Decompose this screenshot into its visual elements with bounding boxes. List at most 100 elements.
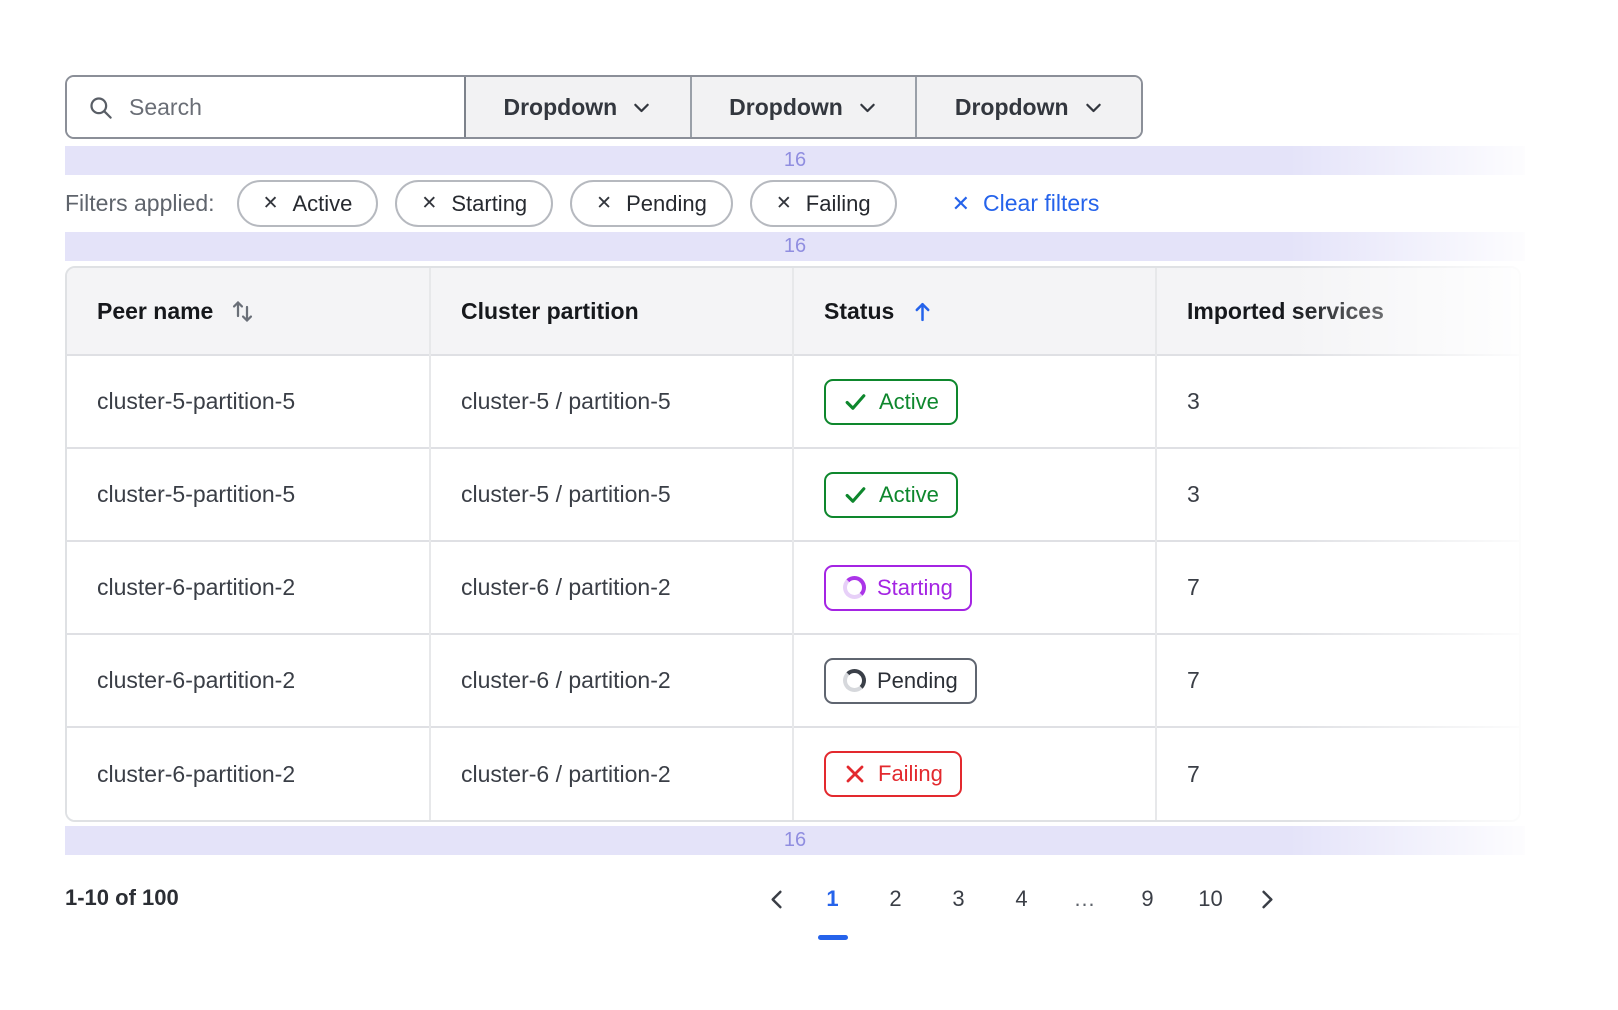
dropdown-button-1[interactable]: Dropdown (466, 77, 690, 137)
status-badge-label: Active (879, 482, 939, 508)
peers-table: Peer name Clus (65, 266, 1521, 822)
x-icon (843, 762, 867, 786)
spacing-annotation-label: 16 (784, 235, 806, 258)
page-number: 1 (826, 886, 838, 912)
imported-services-cell: 7 (1156, 634, 1519, 727)
cluster-partition-cell: cluster-6 / partition-2 (430, 634, 793, 727)
status-badge: Active (824, 472, 958, 518)
spacing-annotation-label: 16 (784, 829, 806, 852)
remove-filter-icon: ✕ (263, 194, 279, 213)
imported-services-cell: 7 (1156, 541, 1519, 634)
column-header-peer-name[interactable]: Peer name (67, 268, 430, 355)
clear-filters-link[interactable]: ✕ Clear filters (952, 190, 1100, 217)
page-button-4[interactable]: 4 (990, 877, 1053, 921)
status-badge: Failing (824, 751, 962, 797)
search-input[interactable]: Search (67, 77, 466, 137)
page-number: 3 (952, 886, 964, 912)
peer-name-cell: cluster-5-partition-5 (67, 448, 430, 541)
clear-filters-x-icon: ✕ (952, 193, 970, 215)
search-icon (87, 94, 114, 121)
page-button-9[interactable]: 9 (1116, 877, 1179, 921)
cluster-partition-cell: cluster-6 / partition-2 (430, 727, 793, 820)
status-badge-label: Failing (878, 761, 943, 787)
spacing-annotation: 16 (65, 826, 1525, 855)
status-cell: Failing (793, 727, 1156, 820)
spacing-annotation-label: 16 (784, 149, 806, 172)
page-button-1[interactable]: 1 (801, 877, 864, 921)
sort-swap-vertical-icon[interactable] (229, 298, 256, 325)
check-icon (843, 389, 868, 414)
status-cell: Active (793, 355, 1156, 448)
page-number: 10 (1198, 886, 1222, 912)
next-page-button[interactable] (1242, 877, 1290, 921)
status-cell: Active (793, 448, 1156, 541)
remove-filter-icon: ✕ (596, 194, 612, 213)
table-row: cluster-5-partition-5 cluster-5 / partit… (67, 448, 1519, 541)
dropdown-button-3[interactable]: Dropdown (915, 77, 1141, 137)
filters-applied-label: Filters applied: (65, 190, 215, 217)
search-placeholder: Search (129, 94, 202, 121)
status-badge-label: Active (879, 389, 939, 415)
results-range-label: 1-10 of 100 (65, 885, 179, 911)
ellipsis-label: … (1074, 886, 1096, 912)
scrollable-content-region: Search Dropdown Dropdown Dr (65, 75, 1618, 855)
chevron-down-icon (1083, 97, 1104, 118)
sort-ascending-icon[interactable] (910, 299, 935, 324)
dropdown-label: Dropdown (955, 94, 1069, 121)
page-button-10[interactable]: 10 (1179, 877, 1242, 921)
filter-chip-failing[interactable]: ✕ Failing (750, 180, 897, 227)
column-header-status[interactable]: Status (793, 268, 1156, 355)
filter-chip-label: Failing (806, 191, 871, 217)
remove-filter-icon: ✕ (776, 194, 792, 213)
filter-chip-label: Active (293, 191, 353, 217)
column-header-cluster-partition[interactable]: Cluster partition (430, 268, 793, 355)
pagination-bar: 1-10 of 100 1 2 3 4 … (65, 871, 1521, 951)
page: Search Dropdown Dropdown Dr (0, 0, 1618, 1010)
status-cell: Pending (793, 634, 1156, 727)
table-row: cluster-5-partition-5 cluster-5 / partit… (67, 355, 1519, 448)
filter-chip-label: Pending (626, 191, 707, 217)
column-header-label: Peer name (97, 298, 213, 325)
imported-services-cell: 7 (1156, 727, 1519, 820)
page-number: 4 (1015, 886, 1027, 912)
imported-services-cell: 3 (1156, 355, 1519, 448)
status-badge-label: Starting (877, 575, 953, 601)
peer-name-cell: cluster-5-partition-5 (67, 355, 430, 448)
cluster-partition-cell: cluster-5 / partition-5 (430, 355, 793, 448)
peer-name-cell: cluster-6-partition-2 (67, 634, 430, 727)
filter-chip-pending[interactable]: ✕ Pending (570, 180, 733, 227)
peer-name-cell: cluster-6-partition-2 (67, 541, 430, 634)
table-header-row: Peer name Clus (67, 268, 1519, 355)
pagination-nav: 1 2 3 4 … 9 10 (753, 877, 1290, 921)
filter-toolbar: Search Dropdown Dropdown Dr (65, 75, 1143, 139)
clear-filters-label: Clear filters (983, 190, 1099, 217)
chevron-down-icon (631, 97, 652, 118)
page-button-3[interactable]: 3 (927, 877, 990, 921)
page-button-2[interactable]: 2 (864, 877, 927, 921)
column-header-label: Imported services (1187, 298, 1384, 325)
pagination-ellipsis: … (1053, 877, 1116, 921)
spacing-annotation: 16 (65, 232, 1525, 261)
filter-chip-starting[interactable]: ✕ Starting (395, 180, 553, 227)
status-badge: Starting (824, 565, 972, 611)
page-number: 9 (1141, 886, 1153, 912)
previous-page-button[interactable] (753, 877, 801, 921)
current-page-indicator (818, 935, 848, 940)
dropdown-button-2[interactable]: Dropdown (690, 77, 916, 137)
dropdown-label: Dropdown (729, 94, 843, 121)
status-cell: Starting (793, 541, 1156, 634)
remove-filter-icon: ✕ (421, 194, 437, 213)
table-row: cluster-6-partition-2 cluster-6 / partit… (67, 727, 1519, 820)
spinner-icon (843, 576, 866, 599)
filter-chip-label: Starting (451, 191, 527, 217)
dropdown-label: Dropdown (503, 94, 617, 121)
spinner-icon (843, 669, 866, 692)
check-icon (843, 482, 868, 507)
applied-filters-bar: Filters applied: ✕ Active ✕ Starting ✕ P… (65, 180, 1618, 227)
chevron-down-icon (857, 97, 878, 118)
page-number: 2 (889, 886, 901, 912)
filter-chip-active[interactable]: ✕ Active (237, 180, 379, 227)
peer-name-cell: cluster-6-partition-2 (67, 727, 430, 820)
column-header-imported-services[interactable]: Imported services (1156, 268, 1519, 355)
cluster-partition-cell: cluster-5 / partition-5 (430, 448, 793, 541)
